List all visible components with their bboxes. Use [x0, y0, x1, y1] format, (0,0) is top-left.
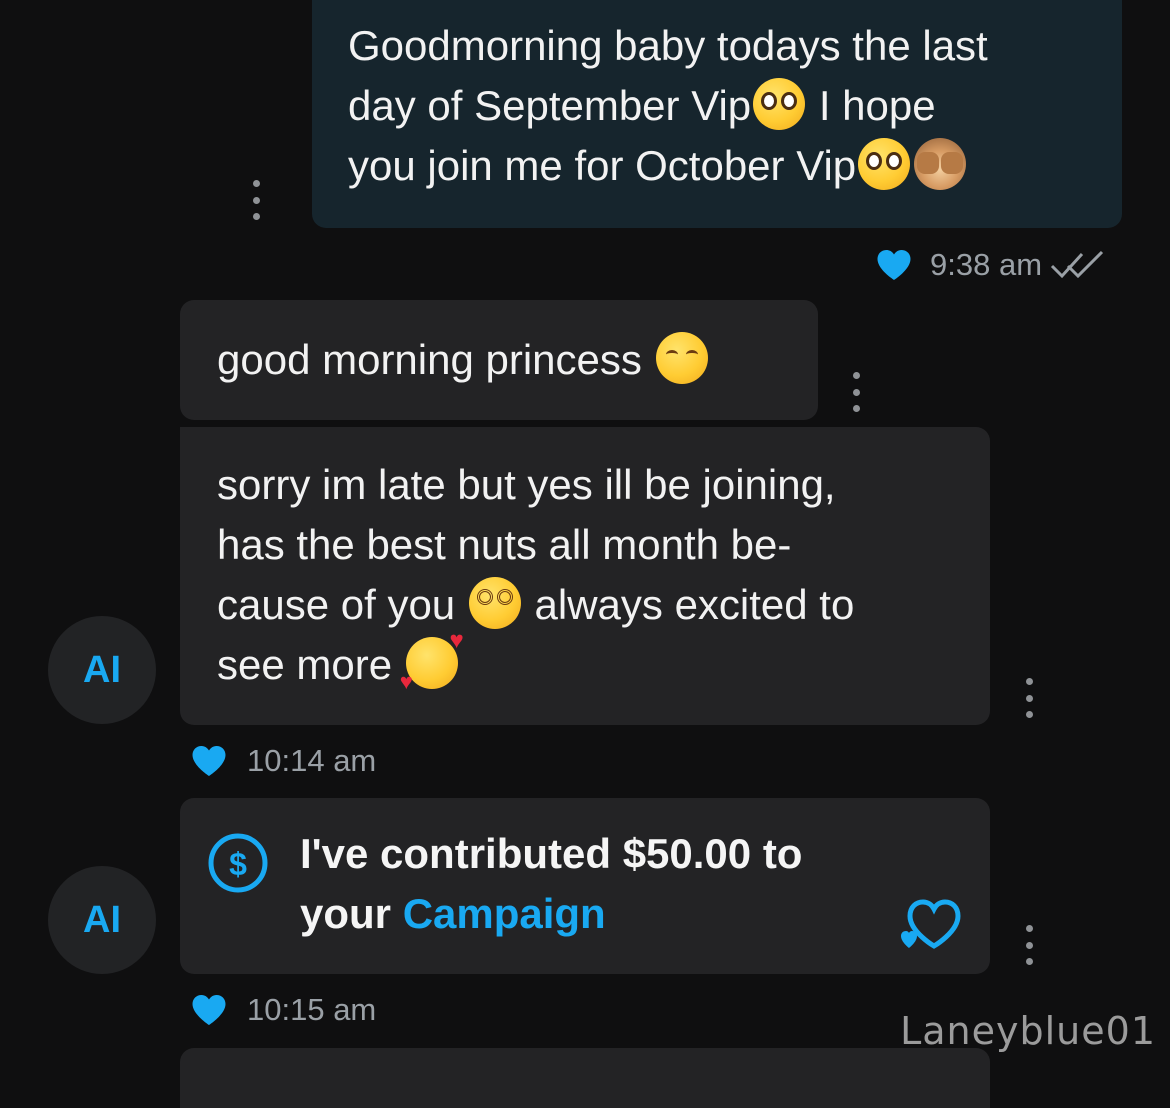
message-meta: 9:38 am [876, 245, 1116, 285]
dollar-circle-icon: $ [208, 833, 268, 893]
see-no-evil-monkey-emoji [914, 138, 967, 190]
message-line: you join me for October Vip [348, 136, 1086, 196]
smiling-face-with-hearts-emoji [400, 629, 464, 693]
message-time: 9:38 am [930, 247, 1043, 282]
campaign-link[interactable]: Campaign [403, 890, 606, 937]
message-time: 10:15 am [247, 992, 377, 1027]
incoming-message-bubble[interactable]: good morning princess [180, 300, 818, 420]
pleading-face-emoji [753, 78, 806, 130]
watermark: Laneyblue01 [900, 1009, 1156, 1053]
pleading-face-emoji [858, 138, 911, 190]
message-time: 10:14 am [247, 743, 377, 778]
incoming-message-bubble[interactable]: sorry im late but yes ill be joining, ha… [180, 427, 990, 725]
message-meta: 10:15 am [191, 992, 376, 1028]
tip-message-bubble[interactable]: $ I've contributed $50.00 to your Campai… [180, 798, 990, 974]
message-line: day of September Vip I hope [348, 76, 1086, 136]
read-double-check-icon [1050, 250, 1104, 279]
tip-hearts-icon[interactable] [900, 894, 962, 950]
message-options-icon[interactable] [1014, 925, 1044, 965]
smiling-face-emoji [655, 332, 708, 384]
message-line: Goodmorning baby todays the last [348, 22, 988, 69]
message-line: has the best nuts all month be- [217, 521, 792, 568]
dizzy-face-emoji [468, 577, 521, 629]
message-options-icon[interactable] [841, 372, 871, 412]
like-heart-icon[interactable] [191, 744, 227, 778]
avatar[interactable]: AI [48, 866, 156, 974]
incoming-message-bubble[interactable] [180, 1048, 990, 1108]
message-line: sorry im late but yes ill be joining, [217, 461, 836, 508]
message-line: good morning princess [217, 330, 818, 390]
tip-text: your Campaign [300, 890, 606, 937]
svg-text:$: $ [229, 846, 247, 882]
like-heart-icon[interactable] [191, 993, 227, 1027]
message-options-icon[interactable] [1014, 678, 1044, 718]
message-line: see more [217, 629, 990, 695]
avatar[interactable]: AI [48, 616, 156, 724]
tip-text: I've contributed $50.00 to [300, 830, 803, 877]
message-meta: 10:14 am [191, 743, 376, 779]
message-options-icon[interactable] [241, 180, 271, 220]
outgoing-message-bubble[interactable]: Goodmorning baby todays the last day of … [312, 0, 1122, 228]
like-heart-icon[interactable] [876, 248, 912, 282]
message-line: cause of you always excited to [217, 575, 990, 635]
